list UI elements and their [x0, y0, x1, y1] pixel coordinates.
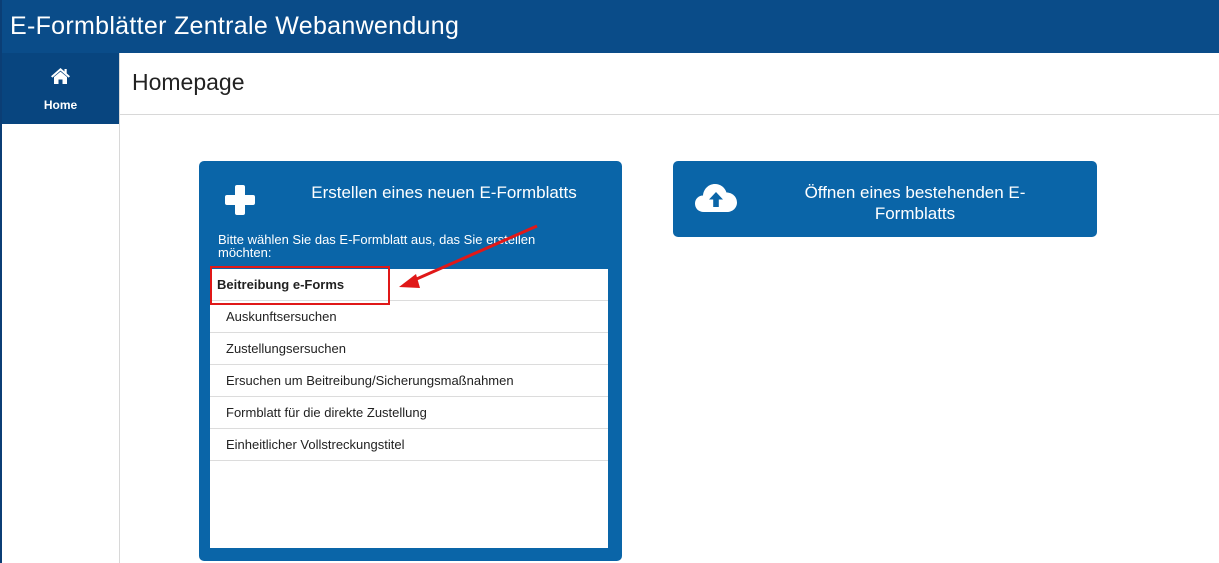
sidebar: Home: [2, 53, 120, 563]
open-eform-title: Öffnen eines bestehenden E-Formblatts: [804, 183, 1026, 223]
page-title: Homepage: [132, 69, 245, 95]
page-header: Homepage: [120, 53, 1219, 115]
sidebar-item-label: Home: [43, 98, 78, 112]
create-eform-hint: Bitte wählen Sie das E-Formblatt aus, da…: [218, 232, 536, 260]
sidebar-item-home[interactable]: Home: [2, 53, 119, 124]
app-window: E-Formblätter Zentrale Webanwendung Home…: [0, 0, 1219, 563]
plus-icon: [225, 185, 255, 215]
home-icon: [51, 68, 70, 84]
list-item-direkte-zustellung[interactable]: Formblatt für die direkte Zustellung: [210, 397, 608, 429]
list-item-vollstreckungstitel[interactable]: Einheitlicher Vollstreckungstitel: [210, 429, 608, 461]
eform-list: Beitreibung e-Forms Auskunftsersuchen Zu…: [210, 269, 608, 548]
cloud-upload-icon: [695, 184, 737, 212]
list-group-header[interactable]: Beitreibung e-Forms: [210, 269, 608, 301]
create-eform-card: Erstellen eines neuen E-Formblatts Bitte…: [199, 161, 622, 561]
open-eform-button[interactable]: Öffnen eines bestehenden E-Formblatts: [673, 161, 1097, 237]
list-item-auskunftsersuchen[interactable]: Auskunftsersuchen: [210, 301, 608, 333]
app-title: E-Formblätter Zentrale Webanwendung: [10, 12, 460, 40]
list-item-zustellungsersuchen[interactable]: Zustellungsersuchen: [210, 333, 608, 365]
list-item-beitreibung[interactable]: Ersuchen um Beitreibung/Sicherungsmaßnah…: [210, 365, 608, 397]
app-title-bar: E-Formblätter Zentrale Webanwendung: [2, 0, 1219, 53]
create-eform-title: Erstellen eines neuen E-Formblatts: [311, 183, 577, 202]
